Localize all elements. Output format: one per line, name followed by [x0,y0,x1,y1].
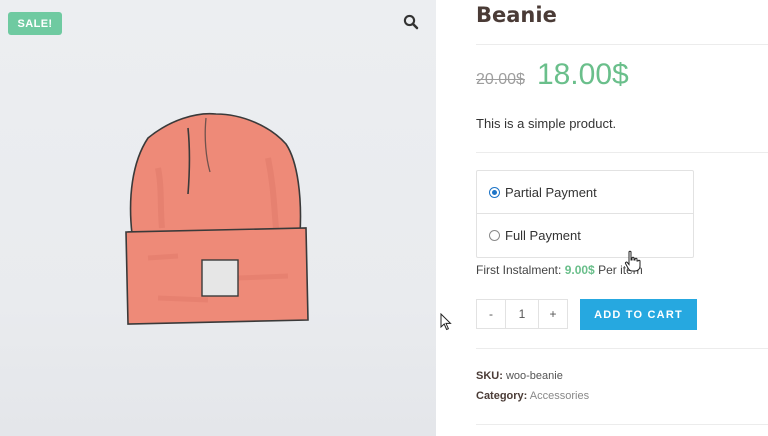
quantity-plus-button[interactable]: + [538,299,568,329]
sale-badge: SALE! [8,12,62,35]
arrow-cursor-icon [440,313,452,331]
partial-payment-option[interactable]: Partial Payment [477,171,693,213]
product-title: Beanie [476,3,557,27]
sku-meta: SKU: woo-beanie [476,370,563,382]
divider [476,348,768,349]
add-to-cart-button[interactable]: ADD TO CART [580,299,697,330]
divider [476,152,768,153]
partial-payment-label: Partial Payment [505,184,597,200]
category-link[interactable]: Accessories [530,390,589,402]
partial-payment-radio[interactable] [489,186,500,198]
full-payment-option[interactable]: Full Payment [477,213,693,256]
quantity-input[interactable]: 1 [506,299,538,329]
first-instalment: First Instalment: 9.00$ Per item [476,263,643,277]
sku-value: woo-beanie [505,370,563,382]
payment-options: Partial Payment Full Payment [476,170,694,258]
product-gallery: SALE! [0,0,436,436]
old-price: 20.00$ [476,71,525,88]
quantity-stepper: - 1 + [476,299,568,329]
product-image[interactable] [118,108,314,330]
full-payment-radio[interactable] [489,229,500,241]
full-payment-label: Full Payment [505,227,581,243]
quantity-minus-button[interactable]: - [476,299,506,329]
category-meta: Category: Accessories [476,390,589,402]
sku-label: SKU: [476,370,503,382]
instalment-amount: 9.00$ [564,263,595,277]
divider [476,44,768,45]
price: 20.00$ 18.00$ [476,58,629,92]
short-description: This is a simple product. [476,116,617,131]
search-icon[interactable] [402,13,420,31]
divider [476,424,768,425]
instalment-label: First Instalment: [476,263,562,277]
sale-price: 18.00$ [536,58,629,91]
product-summary: Beanie 20.00$ 18.00$ This is a simple pr… [436,0,768,436]
category-label: Category: [476,390,528,402]
hand-cursor-icon [624,250,641,272]
